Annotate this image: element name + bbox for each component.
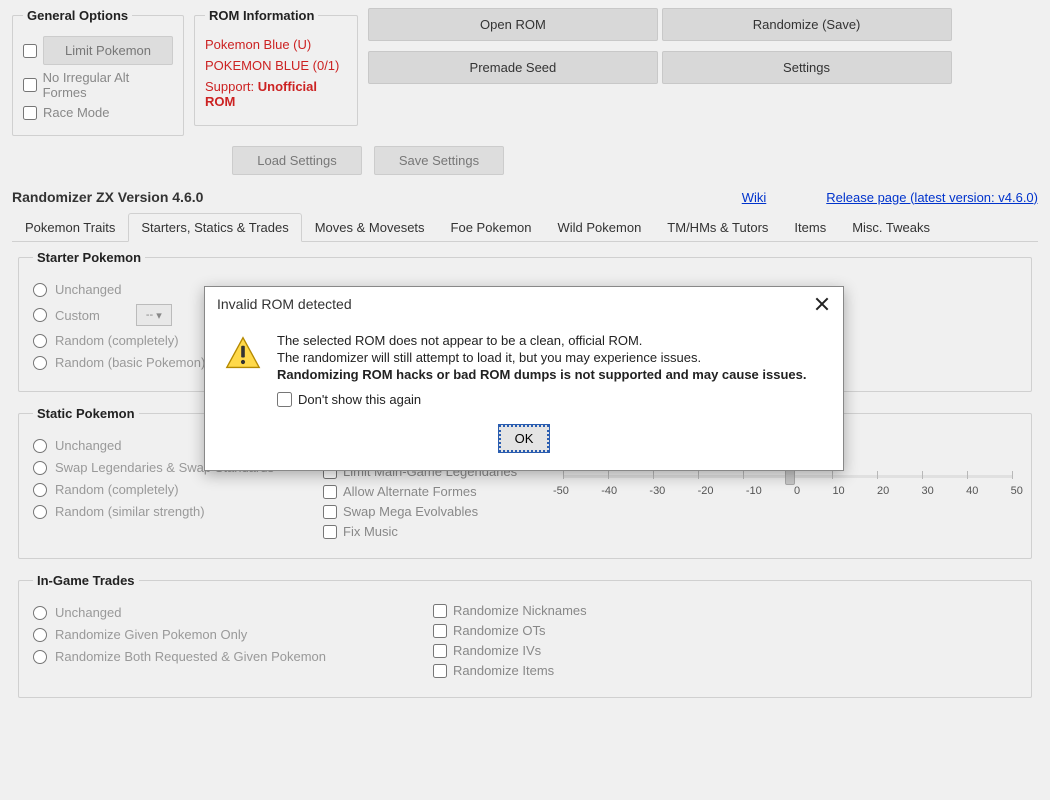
dont-show-again-checkbox[interactable] (277, 392, 292, 407)
trades-unchanged-radio[interactable] (33, 606, 47, 620)
swap-mega-checkbox[interactable] (323, 505, 337, 519)
settings-button[interactable]: Settings (662, 51, 952, 84)
right-button-column: Open ROM Randomize (Save) Premade Seed S… (368, 8, 1038, 94)
dialog-line3: Randomizing ROM hacks or bad ROM dumps i… (277, 367, 806, 382)
dialog-title: Invalid ROM detected (217, 296, 352, 312)
trades-given-label: Randomize Given Pokemon Only (55, 627, 247, 642)
tab-starters-statics-trades[interactable]: Starters, Statics & Trades (128, 213, 301, 242)
close-icon[interactable] (813, 295, 831, 313)
app-title: Randomizer ZX Version 4.6.0 (12, 189, 203, 205)
randomize-items-label: Randomize Items (453, 663, 554, 678)
starter-random-complete-radio[interactable] (33, 334, 47, 348)
irregular-formes-label: No Irregular Alt Formes (43, 70, 173, 100)
static-unchanged-radio[interactable] (33, 439, 47, 453)
dialog-line2: The randomizer will still attempt to loa… (277, 350, 806, 365)
tab-pokemon-traits[interactable]: Pokemon Traits (12, 213, 128, 241)
randomize-ots-checkbox[interactable] (433, 624, 447, 638)
release-page-link[interactable]: Release page (latest version: v4.6.0) (826, 190, 1038, 205)
trades-given-radio[interactable] (33, 628, 47, 642)
open-rom-button[interactable]: Open ROM (368, 8, 658, 41)
trades-legend: In-Game Trades (33, 573, 139, 588)
starter-random-basic-label: Random (basic Pokemon) (55, 355, 205, 370)
slider-labels: -50-40-30-20-1001020304050 (553, 485, 1023, 497)
invalid-rom-dialog: Invalid ROM detected The selected ROM do… (204, 286, 844, 471)
rom-information-group: ROM Information Pokemon Blue (U) POKEMON… (194, 8, 358, 126)
static-legend: Static Pokemon (33, 406, 139, 421)
tab-bar: Pokemon Traits Starters, Statics & Trade… (12, 213, 1038, 242)
rom-support: Support: Unofficial ROM (205, 79, 347, 109)
randomize-items-checkbox[interactable] (433, 664, 447, 678)
dont-show-again-label: Don't show this again (298, 392, 421, 407)
tab-tmhms-tutors[interactable]: TM/HMs & Tutors (654, 213, 781, 241)
randomize-ivs-label: Randomize IVs (453, 643, 541, 658)
in-game-trades-group: In-Game Trades Unchanged Randomize Given… (18, 573, 1032, 698)
race-mode-checkbox[interactable] (23, 106, 37, 120)
alt-formes-label: Allow Alternate Formes (343, 484, 477, 499)
static-random-similar-radio[interactable] (33, 505, 47, 519)
save-settings-button[interactable]: Save Settings (374, 146, 504, 175)
fix-music-checkbox[interactable] (323, 525, 337, 539)
warning-icon (225, 335, 261, 371)
tab-misc-tweaks[interactable]: Misc. Tweaks (839, 213, 943, 241)
trades-both-radio[interactable] (33, 650, 47, 664)
static-random-complete-radio[interactable] (33, 483, 47, 497)
wiki-link[interactable]: Wiki (742, 190, 767, 205)
starter-unchanged-radio[interactable] (33, 283, 47, 297)
fix-music-label: Fix Music (343, 524, 398, 539)
randomize-nicknames-label: Randomize Nicknames (453, 603, 587, 618)
starter-random-basic-radio[interactable] (33, 356, 47, 370)
rom-name: Pokemon Blue (U) (205, 37, 347, 52)
static-swap-radio[interactable] (33, 461, 47, 475)
tab-items[interactable]: Items (781, 213, 839, 241)
limit-pokemon-checkbox[interactable] (23, 44, 37, 58)
starter-unchanged-label: Unchanged (55, 282, 122, 297)
starter-custom-radio[interactable] (33, 308, 47, 322)
static-random-complete-label: Random (completely) (55, 482, 179, 497)
static-random-similar-label: Random (similar strength) (55, 504, 205, 519)
alt-formes-checkbox[interactable] (323, 485, 337, 499)
ok-button[interactable]: OK (499, 425, 550, 452)
irregular-formes-checkbox[interactable] (23, 78, 37, 92)
tab-wild-pokemon[interactable]: Wild Pokemon (544, 213, 654, 241)
tab-moves-movesets[interactable]: Moves & Movesets (302, 213, 438, 241)
starter-custom-select[interactable]: -- ▾ (136, 304, 172, 326)
starter-random-complete-label: Random (completely) (55, 333, 179, 348)
rom-code: POKEMON BLUE (0/1) (205, 58, 347, 73)
tab-foe-pokemon[interactable]: Foe Pokemon (438, 213, 545, 241)
general-options-group: General Options Limit Pokemon No Irregul… (12, 8, 184, 136)
randomize-ots-label: Randomize OTs (453, 623, 545, 638)
static-unchanged-label: Unchanged (55, 438, 122, 453)
randomize-save-button[interactable]: Randomize (Save) (662, 8, 952, 41)
limit-pokemon-button[interactable]: Limit Pokemon (43, 36, 173, 65)
randomize-nicknames-checkbox[interactable] (433, 604, 447, 618)
randomize-ivs-checkbox[interactable] (433, 644, 447, 658)
dialog-line1: The selected ROM does not appear to be a… (277, 333, 806, 348)
general-options-legend: General Options (23, 8, 132, 23)
trades-both-label: Randomize Both Requested & Given Pokemon (55, 649, 326, 664)
swap-mega-label: Swap Mega Evolvables (343, 504, 478, 519)
starter-legend: Starter Pokemon (33, 250, 145, 265)
race-mode-label: Race Mode (43, 105, 109, 120)
rom-info-legend: ROM Information (205, 8, 318, 23)
load-settings-button[interactable]: Load Settings (232, 146, 362, 175)
trades-unchanged-label: Unchanged (55, 605, 122, 620)
rom-support-label: Support: (205, 79, 254, 94)
starter-custom-label: Custom (55, 308, 100, 323)
premade-seed-button[interactable]: Premade Seed (368, 51, 658, 84)
